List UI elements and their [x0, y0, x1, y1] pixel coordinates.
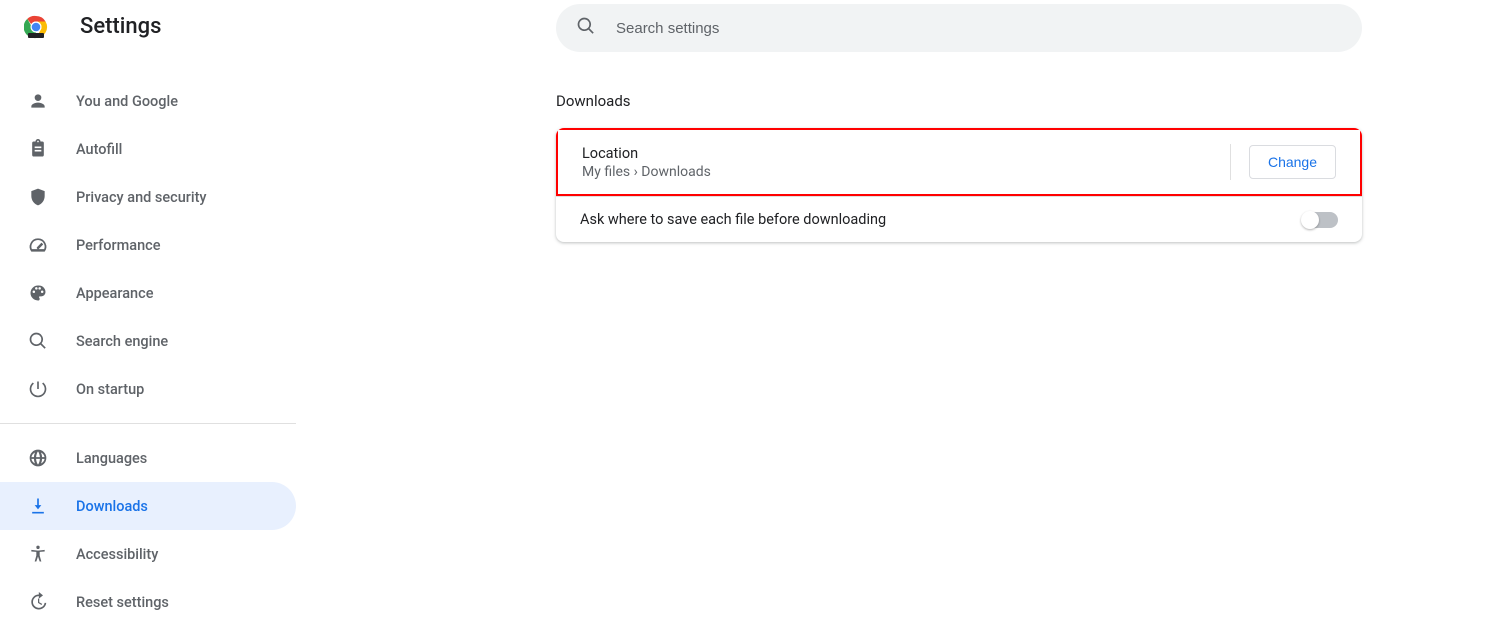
- power-icon: [28, 379, 48, 399]
- toggle-knob: [1301, 211, 1319, 229]
- sidebar-item-you-and-google[interactable]: You and Google: [0, 77, 296, 125]
- sidebar-item-label: Reset settings: [76, 594, 169, 611]
- chrome-icon: [24, 15, 48, 39]
- nav-separator: [0, 423, 296, 424]
- globe-icon: [28, 448, 48, 468]
- change-button[interactable]: Change: [1249, 145, 1336, 179]
- location-label: Location: [582, 145, 711, 162]
- sidebar-item-languages[interactable]: Languages: [0, 434, 296, 482]
- ask-where-toggle[interactable]: [1302, 212, 1338, 228]
- downloads-card: Location My files › Downloads Change Ask…: [556, 128, 1362, 242]
- sidebar-header: Settings: [0, 0, 296, 53]
- sidebar-item-label: Performance: [76, 237, 161, 254]
- ask-where-row: Ask where to save each file before downl…: [556, 196, 1362, 242]
- sidebar-item-label: You and Google: [76, 93, 178, 110]
- location-value: My files › Downloads: [582, 164, 711, 180]
- palette-icon: [28, 283, 48, 303]
- accessibility-icon: [28, 544, 48, 564]
- sidebar-item-label: On startup: [76, 381, 144, 398]
- search-icon: [28, 331, 48, 351]
- person-icon: [28, 91, 48, 111]
- sidebar-item-performance[interactable]: Performance: [0, 221, 296, 269]
- speed-icon: [28, 235, 48, 255]
- sidebar-item-label: Autofill: [76, 141, 122, 158]
- sidebar-item-label: Appearance: [76, 285, 153, 302]
- sidebar-item-accessibility[interactable]: Accessibility: [0, 530, 296, 578]
- sidebar-item-label: Accessibility: [76, 546, 158, 563]
- sidebar-item-label: Languages: [76, 450, 147, 467]
- sidebar-item-downloads[interactable]: Downloads: [0, 482, 296, 530]
- location-row: Location My files › Downloads Change: [556, 128, 1362, 197]
- ask-where-label: Ask where to save each file before downl…: [580, 211, 886, 228]
- sidebar-item-label: Downloads: [76, 498, 148, 515]
- sidebar-item-search-engine[interactable]: Search engine: [0, 317, 296, 365]
- shield-icon: [28, 187, 48, 207]
- sidebar: Settings You and Google Autofill Privacy…: [0, 0, 296, 626]
- main-content: Downloads Location My files › Downloads …: [296, 0, 1489, 626]
- search-bar[interactable]: [556, 4, 1362, 52]
- sidebar-item-privacy[interactable]: Privacy and security: [0, 173, 296, 221]
- sidebar-item-label: Search engine: [76, 333, 168, 350]
- sidebar-item-on-startup[interactable]: On startup: [0, 365, 296, 413]
- sidebar-item-label: Privacy and security: [76, 189, 207, 206]
- clipboard-icon: [28, 139, 48, 159]
- sidebar-item-appearance[interactable]: Appearance: [0, 269, 296, 317]
- section-title: Downloads: [556, 92, 1362, 110]
- search-input[interactable]: [614, 19, 1342, 38]
- divider: [1230, 144, 1231, 180]
- sidebar-item-autofill[interactable]: Autofill: [0, 125, 296, 173]
- history-icon: [28, 592, 48, 612]
- download-icon: [28, 496, 48, 516]
- search-icon: [576, 16, 596, 40]
- page-title: Settings: [80, 14, 161, 39]
- sidebar-nav: You and Google Autofill Privacy and secu…: [0, 53, 296, 626]
